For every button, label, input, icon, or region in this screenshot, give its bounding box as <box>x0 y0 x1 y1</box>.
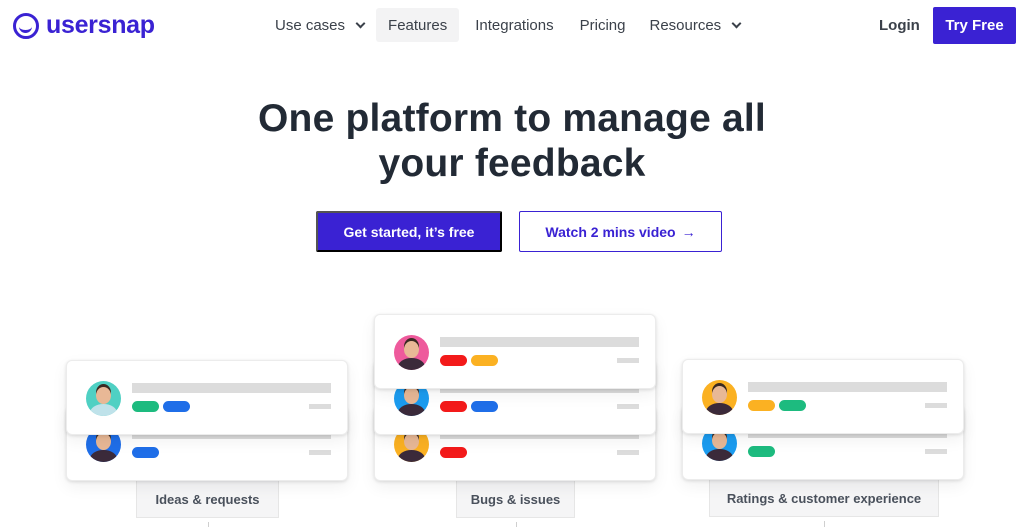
meta-placeholder <box>617 404 639 409</box>
watch-video-label: Watch 2 mins video <box>545 223 676 240</box>
tag-pill-red <box>440 401 467 412</box>
tag-pill-red <box>440 355 467 366</box>
avatar-body <box>398 450 425 462</box>
nav-item-features[interactable]: Features <box>376 8 460 42</box>
nav-item-label: Features <box>388 16 448 34</box>
login-link[interactable]: Login <box>879 17 920 34</box>
meta-placeholder <box>309 450 331 455</box>
meta-placeholder <box>925 449 947 454</box>
meta-placeholder <box>309 404 331 409</box>
meta-placeholder <box>617 450 639 455</box>
avatar <box>702 380 737 415</box>
nav-item-use-cases[interactable]: Use cases <box>263 8 376 42</box>
avatar-body <box>398 404 425 416</box>
avatar-head <box>96 433 111 450</box>
tag-pill-orange <box>748 400 775 411</box>
text-placeholder <box>440 337 639 347</box>
meta-placeholder <box>925 403 947 408</box>
title-line-1: One platform to manage all <box>258 97 766 140</box>
category-label: Ratings & customer experience <box>709 480 939 517</box>
feedback-card <box>66 360 348 435</box>
tag-pill-green <box>779 400 806 411</box>
chevron-down-icon <box>731 18 742 28</box>
watch-video-button[interactable]: Watch 2 mins video → <box>519 211 722 252</box>
tag-pill-orange <box>471 355 498 366</box>
try-free-button[interactable]: Try Free <box>933 7 1016 44</box>
avatar <box>394 335 429 370</box>
main-nav: Use cases Features Integrations Pricing … <box>263 8 752 42</box>
arrow-right-icon: → <box>681 223 696 240</box>
nav-item-label: Pricing <box>579 16 626 34</box>
meta-placeholder <box>617 358 639 363</box>
feedback-card <box>682 359 964 434</box>
nav-item-label: Integrations <box>475 16 554 34</box>
avatar-head <box>404 341 419 358</box>
avatar-body <box>706 403 733 415</box>
category-label: Bugs & issues <box>456 481 575 518</box>
avatar-head <box>712 386 727 403</box>
nav-item-integrations[interactable]: Integrations <box>463 8 565 42</box>
page-title: One platform to manage all your feedback <box>0 96 1024 186</box>
tag-pill-blue <box>471 401 498 412</box>
text-placeholder <box>748 382 947 392</box>
avatar-body <box>706 449 733 461</box>
nav-item-resources[interactable]: Resources <box>637 8 752 42</box>
nav-item-label: Resources <box>649 16 722 34</box>
category-label: Ideas & requests <box>136 481 279 518</box>
tag-pill-blue <box>132 447 159 458</box>
get-started-button[interactable]: Get started, it’s free <box>316 211 502 252</box>
usersnap-logo[interactable]: usersnap <box>13 11 155 40</box>
brand-name: usersnap <box>46 11 155 39</box>
tag-pill-green <box>748 446 775 457</box>
connector-line <box>824 521 825 527</box>
avatar-head <box>96 387 111 404</box>
avatar-head <box>712 432 727 449</box>
chevron-down-icon <box>355 18 366 28</box>
avatar-head <box>404 433 419 450</box>
nav-item-pricing[interactable]: Pricing <box>568 8 638 42</box>
tag-pill-red <box>440 447 467 458</box>
connector-line <box>515 522 517 527</box>
smile-circle-icon <box>13 12 39 39</box>
title-line-2: your feedback <box>378 142 646 185</box>
avatar <box>86 381 121 416</box>
avatar-body <box>90 404 117 416</box>
tag-pill-green <box>132 401 159 412</box>
avatar-body <box>90 450 117 462</box>
text-placeholder <box>132 383 331 393</box>
avatar-body <box>398 358 425 370</box>
avatar-head <box>404 387 419 404</box>
feedback-card <box>374 314 656 389</box>
connector-line <box>207 522 209 527</box>
tag-pill-blue <box>163 401 190 412</box>
nav-item-label: Use cases <box>275 16 346 34</box>
